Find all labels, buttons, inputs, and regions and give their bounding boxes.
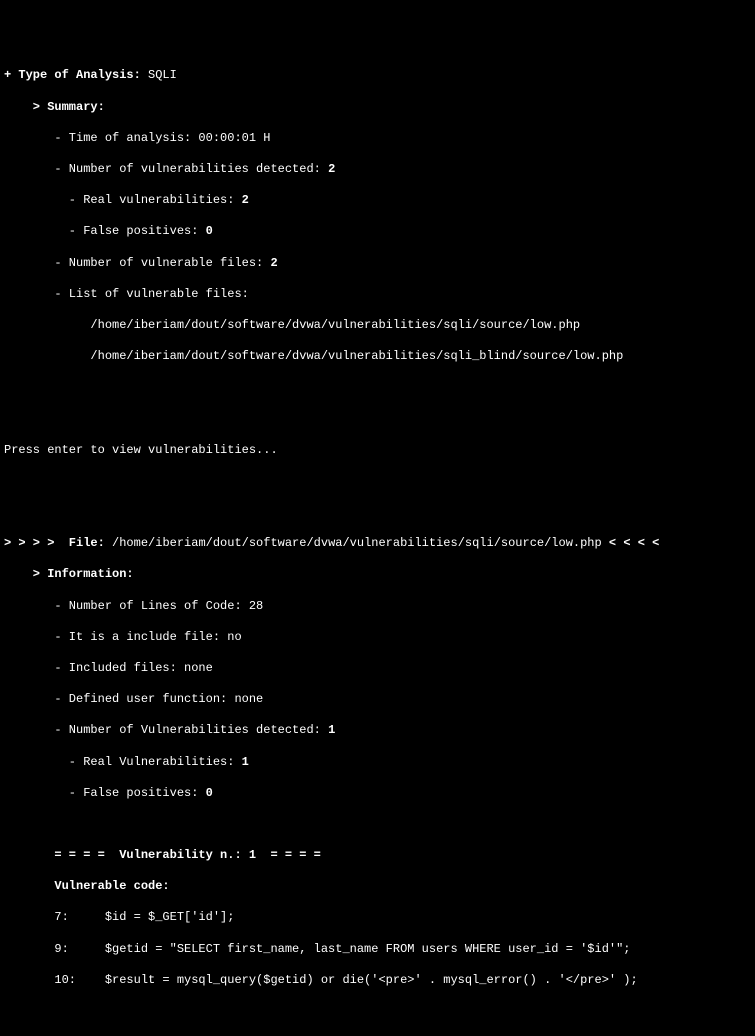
summary-nfiles: - Number of vulnerable files: 2 (4, 256, 751, 272)
info-incfiles: - Included files: none (4, 661, 751, 677)
blank-1 (4, 380, 751, 396)
press-enter-prompt[interactable]: Press enter to view vulnerabilities... (4, 443, 751, 459)
vcode-line-10: 10: $result = mysql_query($getid) or die… (4, 973, 751, 989)
info-title: > Information: (4, 567, 751, 583)
file-header-path: /home/iberiam/dout/software/dvwa/vulnera… (112, 536, 602, 550)
summary-title: > Summary: (4, 100, 751, 116)
blank-5 (4, 817, 751, 833)
type-label: Type of Analysis: (18, 68, 148, 82)
info-false-value: 0 (206, 786, 213, 800)
vulnerable-code-title: Vulnerable code: (4, 879, 751, 895)
info-real-label: - Real Vulnerabilities: (4, 755, 242, 769)
info-nvuln-label: - Number of Vulnerabilities detected: (4, 723, 328, 737)
vcode-line-9: 9: $getid = "SELECT first_name, last_nam… (4, 942, 751, 958)
summary-nvuln-value: 2 (328, 162, 335, 176)
info-real: - Real Vulnerabilities: 1 (4, 755, 751, 771)
info-false: - False positives: 0 (4, 786, 751, 802)
plus-marker: + (4, 68, 18, 82)
analysis-type-header: + Type of Analysis: SQLI (4, 68, 751, 84)
summary-file-1: /home/iberiam/dout/software/dvwa/vulnera… (4, 318, 751, 334)
summary-false-value: 0 (206, 224, 213, 238)
summary-time: - Time of analysis: 00:00:01 H (4, 131, 751, 147)
file-header-prefix: > > > > File: (4, 536, 112, 550)
info-include: - It is a include file: no (4, 630, 751, 646)
summary-nfiles-label: - Number of vulnerable files: (4, 256, 270, 270)
summary-nvuln-label: - Number of vulnerabilities detected: (4, 162, 328, 176)
blank-2 (4, 411, 751, 427)
info-nvuln: - Number of Vulnerabilities detected: 1 (4, 723, 751, 739)
info-lines: - Number of Lines of Code: 28 (4, 599, 751, 615)
info-real-value: 1 (242, 755, 249, 769)
summary-nvuln: - Number of vulnerabilities detected: 2 (4, 162, 751, 178)
summary-real-value: 2 (242, 193, 249, 207)
summary-real-label: - Real vulnerabilities: (4, 193, 242, 207)
vuln-separator: = = = = Vulnerability n.: 1 = = = = (4, 848, 751, 864)
info-false-label: - False positives: (4, 786, 206, 800)
info-nvuln-value: 1 (328, 723, 335, 737)
vcode-line-7: 7: $id = $_GET['id']; (4, 910, 751, 926)
file-header-suffix: < < < < (602, 536, 660, 550)
blank-4 (4, 505, 751, 521)
summary-file-2: /home/iberiam/dout/software/dvwa/vulnera… (4, 349, 751, 365)
summary-nfiles-value: 2 (270, 256, 277, 270)
summary-false-label: - False positives: (4, 224, 206, 238)
summary-false: - False positives: 0 (4, 224, 751, 240)
corrected-code-title: Corrected code: (4, 1035, 751, 1036)
blank-6 (4, 1004, 751, 1020)
blank-3 (4, 474, 751, 490)
file-header: > > > > File: /home/iberiam/dout/softwar… (4, 536, 751, 552)
summary-real: - Real vulnerabilities: 2 (4, 193, 751, 209)
summary-list-title: - List of vulnerable files: (4, 287, 751, 303)
type-value: SQLI (148, 68, 177, 82)
info-userfn: - Defined user function: none (4, 692, 751, 708)
